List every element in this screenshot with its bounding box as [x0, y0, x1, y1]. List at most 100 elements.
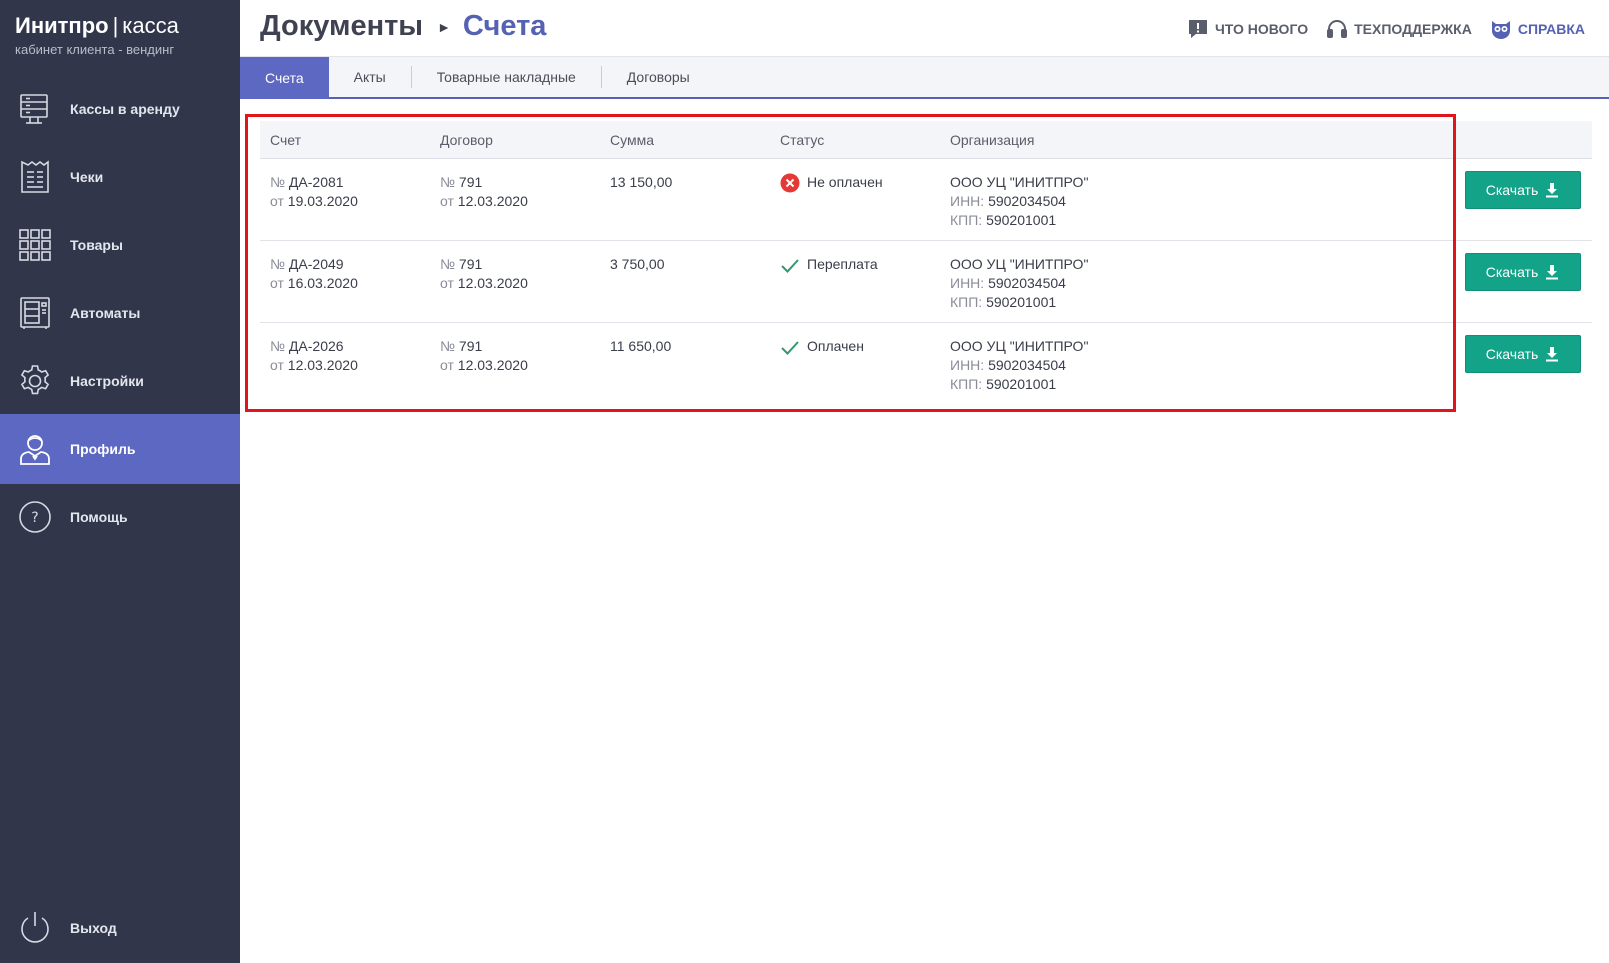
brand-title: Инитпро | касса	[15, 14, 179, 38]
date-prefix: от	[440, 275, 454, 291]
sum-cell: 13 150,00	[610, 174, 673, 190]
sidebar-item-label: Чеки	[70, 169, 104, 185]
sidebar-item-machines[interactable]: Автоматы	[0, 278, 240, 348]
receipt-icon	[17, 159, 53, 195]
checkmark-icon	[781, 341, 799, 355]
download-button[interactable]: Скачать	[1465, 253, 1581, 291]
logout-button[interactable]: Выход	[0, 893, 240, 963]
brand-logo[interactable]: Инитпро | касса кабинет клиента - вендинг	[15, 14, 179, 58]
download-button[interactable]: Скачать	[1465, 335, 1581, 373]
checkmark-icon	[781, 259, 799, 273]
status-text: Переплата	[807, 256, 878, 272]
tab-contracts[interactable]: Договоры	[602, 57, 715, 97]
invoice-cell: № ДА-2049 от 16.03.2020	[270, 255, 358, 293]
inn-label: ИНН:	[950, 193, 985, 209]
table-row: № ДА-2049 от 16.03.2020 № 791 от 12.03.2…	[260, 241, 1592, 323]
cash-register-icon	[17, 91, 53, 127]
sidebar-item-cash-rental[interactable]: Кассы в аренду	[0, 74, 240, 144]
page-title: Счета	[462, 10, 547, 42]
date-prefix: от	[440, 193, 454, 209]
support-label: ТЕХПОДДЕРЖКА	[1354, 21, 1472, 37]
date-prefix: от	[440, 357, 454, 373]
sum-cell: 3 750,00	[610, 256, 665, 272]
kpp-value: 590201001	[986, 376, 1057, 392]
kpp-label: КПП:	[950, 212, 983, 228]
sidebar-item-profile[interactable]: Профиль	[0, 414, 240, 484]
help-link[interactable]: СПРАВКА	[1490, 18, 1585, 40]
column-header-contract: Договор	[440, 132, 493, 148]
sidebar-item-help[interactable]: ? Помощь	[0, 482, 240, 552]
invoice-number: ДА-2026	[288, 338, 344, 354]
help-label: СПРАВКА	[1517, 21, 1585, 37]
organization-cell: ООО УЦ "ИНИТПРО" ИНН: 5902034504 КПП: 59…	[950, 173, 1088, 230]
tab-acts[interactable]: Акты	[329, 57, 411, 97]
status-cell: Оплачен	[780, 337, 864, 357]
breadcrumb: Документы ► Счета	[260, 10, 546, 43]
power-icon	[17, 910, 53, 946]
sidebar-item-goods[interactable]: Товары	[0, 210, 240, 280]
brand-product: касса	[122, 13, 179, 38]
user-icon	[17, 431, 53, 467]
table-row: № ДА-2081 от 19.03.2020 № 791 от 12.03.2…	[260, 159, 1592, 241]
status-text: Оплачен	[807, 338, 864, 354]
download-icon	[1546, 347, 1559, 362]
organization-cell: ООО УЦ "ИНИТПРО" ИНН: 5902034504 КПП: 59…	[950, 255, 1088, 312]
kpp-label: КПП:	[950, 294, 983, 310]
download-button[interactable]: Скачать	[1465, 171, 1581, 209]
download-label: Скачать	[1485, 346, 1539, 362]
inn-value: 5902034504	[988, 193, 1066, 209]
logout-label: Выход	[70, 920, 117, 936]
brand-name: Инитпро	[15, 13, 109, 38]
organization-name: ООО УЦ "ИНИТПРО"	[950, 174, 1089, 190]
invoice-cell: № ДА-2081 от 19.03.2020	[270, 173, 358, 211]
whats-new-link[interactable]: ЧТО НОВОГО	[1187, 18, 1308, 40]
number-sign: №	[440, 256, 456, 272]
sidebar-item-receipts[interactable]: Чеки	[0, 142, 240, 212]
sidebar-item-label: Помощь	[70, 509, 128, 525]
headset-icon	[1327, 20, 1348, 38]
sidebar-item-settings[interactable]: Настройки	[0, 346, 240, 416]
header-links: ЧТО НОВОГО ТЕХПОДДЕРЖКА СПРАВКА	[1187, 18, 1585, 40]
contract-date: 12.03.2020	[457, 275, 528, 291]
column-header-invoice: Счет	[270, 132, 301, 148]
chevron-right-icon: ►	[437, 18, 451, 35]
gear-icon	[17, 363, 53, 399]
download-icon	[1546, 183, 1559, 198]
sidebar-item-label: Кассы в аренду	[70, 101, 180, 117]
organization-cell: ООО УЦ "ИНИТПРО" ИНН: 5902034504 КПП: 59…	[950, 337, 1088, 394]
support-link[interactable]: ТЕХПОДДЕРЖКА	[1326, 18, 1472, 40]
column-header-sum: Сумма	[610, 132, 654, 148]
vending-machine-icon	[17, 295, 53, 331]
inn-value: 5902034504	[988, 275, 1066, 291]
tab-invoices[interactable]: Счета	[240, 57, 329, 99]
tab-waybills[interactable]: Товарные накладные	[412, 57, 601, 97]
table-header: Счет Договор Сумма Статус Организация	[260, 121, 1592, 159]
table-row: № ДА-2026 от 12.03.2020 № 791 от 12.03.2…	[260, 323, 1592, 405]
number-sign: №	[440, 338, 456, 354]
number-sign: №	[270, 174, 286, 190]
owl-icon	[1491, 21, 1510, 39]
contract-date: 12.03.2020	[457, 357, 528, 373]
inn-value: 5902034504	[988, 357, 1066, 373]
contract-number: 791	[458, 256, 483, 272]
invoice-cell: № ДА-2026 от 12.03.2020	[270, 337, 358, 375]
error-circle-icon	[780, 173, 800, 193]
contract-cell: № 791 от 12.03.2020	[440, 255, 528, 293]
question-icon: ?	[17, 499, 53, 535]
inn-label: ИНН:	[950, 275, 985, 291]
breadcrumb-documents[interactable]: Документы	[260, 10, 423, 43]
invoice-number: ДА-2081	[288, 174, 344, 190]
contract-cell: № 791 от 12.03.2020	[440, 337, 528, 375]
document-tabs: Счета Акты Товарные накладные Договоры	[240, 57, 1609, 99]
contract-cell: № 791 от 12.03.2020	[440, 173, 528, 211]
contract-number: 791	[458, 174, 483, 190]
status-cell: Не оплачен	[780, 173, 883, 193]
status-text: Не оплачен	[807, 174, 883, 190]
download-label: Скачать	[1485, 264, 1539, 280]
invoice-date: 12.03.2020	[287, 357, 358, 373]
organization-name: ООО УЦ "ИНИТПРО"	[950, 338, 1089, 354]
number-sign: №	[270, 338, 286, 354]
sidebar-item-label: Настройки	[70, 373, 144, 389]
number-sign: №	[440, 174, 456, 190]
sidebar-item-label: Автоматы	[70, 305, 141, 321]
